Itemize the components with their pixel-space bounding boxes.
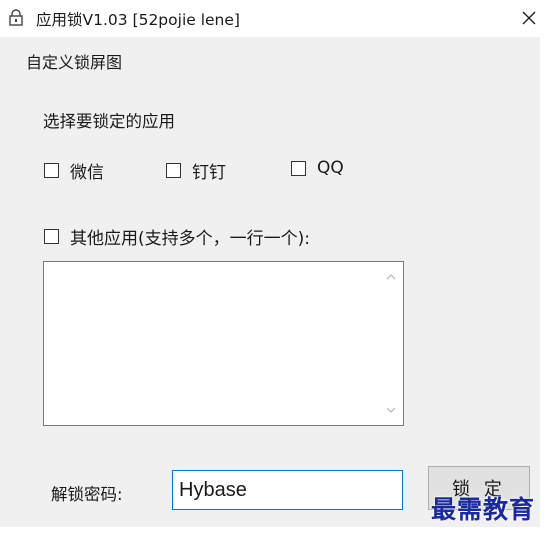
- close-icon: [522, 11, 536, 25]
- checkbox-qq[interactable]: QQ: [291, 158, 344, 178]
- close-button[interactable]: [512, 4, 546, 32]
- checkbox-label: 钉钉: [192, 163, 226, 183]
- section-label: 选择要锁定的应用: [43, 112, 175, 131]
- checkbox-box[interactable]: [44, 163, 59, 178]
- title-bar: 应用锁V1.03 [52pojie lene]: [0, 0, 555, 37]
- checkbox-other-apps[interactable]: 其他应用(支持多个，一行一个):: [44, 224, 310, 249]
- checkbox-box[interactable]: [291, 160, 306, 176]
- app-window: 应用锁V1.03 [52pojie lene] 自定义锁屏图 选择要锁定的应用 …: [0, 0, 555, 540]
- app-lock-icon: [8, 9, 24, 27]
- menu-bar: 自定义锁屏图: [0, 37, 540, 81]
- checkbox-label: 微信: [70, 163, 104, 183]
- password-label: 解锁密码:: [51, 485, 123, 504]
- watermark-text: 最需教育: [431, 495, 536, 524]
- vertical-scrollbar[interactable]: [380, 263, 402, 424]
- checkbox-label: 其他应用(支持多个，一行一个):: [70, 229, 310, 249]
- menu-item-custom-lockscreen[interactable]: 自定义锁屏图: [26, 49, 122, 73]
- checkbox-wechat[interactable]: 微信: [44, 158, 104, 183]
- window-title: 应用锁V1.03 [52pojie lene]: [36, 11, 240, 29]
- password-input[interactable]: [172, 470, 403, 510]
- scroll-up-arrow-icon[interactable]: [386, 272, 396, 282]
- scroll-down-arrow-icon[interactable]: [386, 405, 396, 415]
- checkbox-dingtalk[interactable]: 钉钉: [166, 158, 226, 183]
- checkbox-box[interactable]: [166, 163, 181, 178]
- checkbox-label: QQ: [317, 158, 344, 178]
- checkbox-box[interactable]: [44, 229, 59, 244]
- other-apps-textarea[interactable]: [43, 261, 404, 426]
